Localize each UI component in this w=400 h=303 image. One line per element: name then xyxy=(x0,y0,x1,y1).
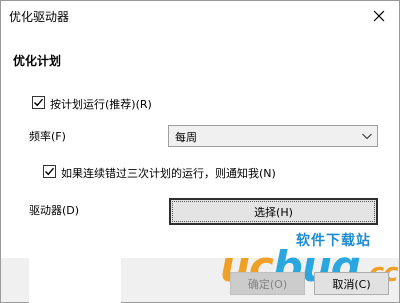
notify-label[interactable]: 如果连续错过三次计划的运行，则通知我(N) xyxy=(61,165,276,181)
title-bar: 优化驱动器 xyxy=(1,1,399,31)
optimize-drives-dialog: 优化驱动器 优化计划 按计划运行(推荐)(R) 频率(F) 每周 如果连续错过三… xyxy=(0,0,400,303)
footer-white-block xyxy=(29,241,121,303)
frequency-select[interactable]: 每周 xyxy=(168,125,378,147)
window-title: 优化驱动器 xyxy=(9,10,70,24)
ok-label: 确定(O) xyxy=(247,277,288,291)
checkmark-icon xyxy=(45,167,55,176)
close-button[interactable] xyxy=(365,3,393,29)
cancel-label: 取消(C) xyxy=(332,277,371,291)
drives-label: 驱动器(D) xyxy=(29,204,80,217)
ok-button[interactable]: 确定(O) xyxy=(230,272,305,295)
chevron-down-icon xyxy=(362,133,372,140)
focus-outline xyxy=(172,201,375,222)
checkmark-icon xyxy=(34,98,44,107)
schedule-label[interactable]: 按计划运行(推荐)(R) xyxy=(50,96,152,112)
notify-checkbox[interactable] xyxy=(43,165,56,178)
frequency-value: 每周 xyxy=(175,131,197,144)
close-icon xyxy=(373,10,385,22)
frequency-label: 频率(F) xyxy=(29,130,66,143)
cancel-button[interactable]: 取消(C) xyxy=(314,272,389,295)
schedule-checkbox[interactable] xyxy=(32,96,45,109)
section-title: 优化计划 xyxy=(13,54,62,68)
